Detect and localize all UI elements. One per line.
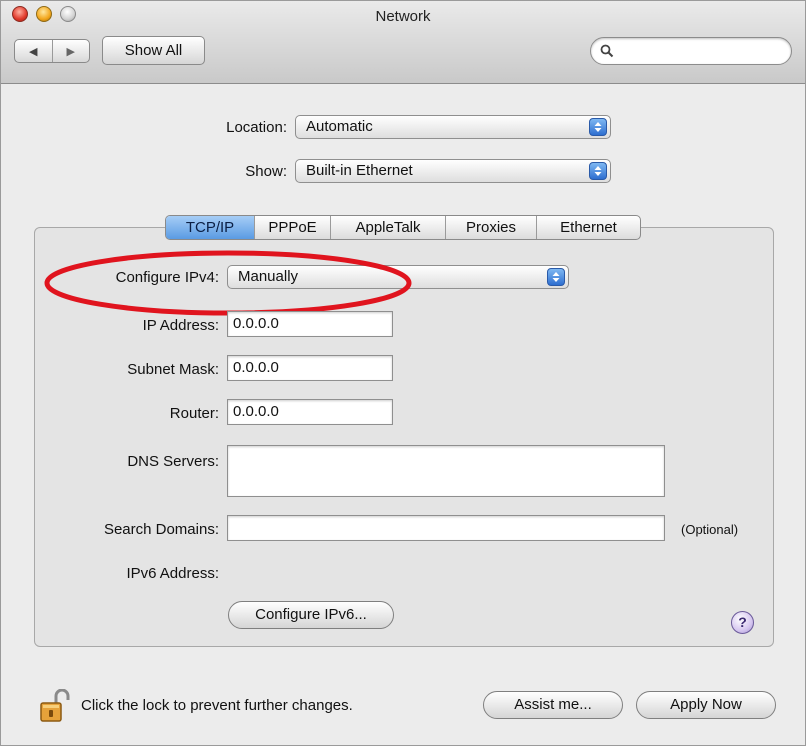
tab-ethernet[interactable]: Ethernet — [536, 216, 640, 239]
ip-address-field[interactable]: 0.0.0.0 — [227, 311, 393, 337]
lock-icon[interactable] — [39, 689, 71, 723]
search-domains-label: Search Domains: — [103, 521, 219, 538]
show-value: Built-in Ethernet — [306, 162, 413, 179]
window-title: Network — [375, 8, 431, 25]
forward-button[interactable]: ▶ — [53, 40, 90, 62]
show-label: Show: — [245, 163, 287, 180]
lock-message: Click the lock to prevent further change… — [81, 697, 353, 714]
popup-arrows-icon — [547, 268, 565, 286]
back-button[interactable]: ◀ — [15, 40, 53, 62]
back-forward-control: ◀ ▶ — [14, 39, 90, 63]
router-label: Router: — [169, 405, 219, 422]
apply-now-button[interactable]: Apply Now — [636, 691, 776, 719]
ipv6-address-label: IPv6 Address: — [126, 565, 219, 582]
forward-arrow-icon: ▶ — [66, 45, 75, 58]
dns-servers-field[interactable] — [227, 445, 665, 497]
tab-tcp-ip[interactable]: TCP/IP — [166, 216, 254, 239]
dns-servers-label: DNS Servers: — [127, 453, 219, 470]
router-field[interactable]: 0.0.0.0 — [227, 399, 393, 425]
assist-me-button[interactable]: Assist me... — [483, 691, 623, 719]
configure-ipv6-button[interactable]: Configure IPv6... — [228, 601, 394, 629]
tab-bar: TCP/IP PPPoE AppleTalk Proxies Ethernet — [165, 215, 641, 240]
title-bar: Network ◀ ▶ Show All — [1, 1, 805, 84]
search-icon — [600, 44, 614, 58]
popup-arrows-icon — [589, 162, 607, 180]
subnet-mask-label: Subnet Mask: — [127, 361, 219, 378]
tab-pppoe[interactable]: PPPoE — [254, 216, 330, 239]
tab-appletalk[interactable]: AppleTalk — [330, 216, 445, 239]
location-label: Location: — [226, 119, 287, 136]
search-field[interactable] — [590, 37, 792, 65]
back-arrow-icon: ◀ — [29, 45, 38, 58]
optional-note: (Optional) — [681, 522, 739, 537]
popup-arrows-icon — [589, 118, 607, 136]
subnet-mask-field[interactable]: 0.0.0.0 — [227, 355, 393, 381]
location-popup[interactable]: Automatic — [295, 115, 611, 139]
show-all-button[interactable]: Show All — [102, 36, 205, 65]
network-preferences-window: Network ◀ ▶ Show All Location: Automatic… — [0, 0, 806, 746]
location-value: Automatic — [306, 118, 373, 135]
search-domains-field[interactable] — [227, 515, 665, 541]
ip-address-label: IP Address: — [142, 317, 219, 334]
tab-proxies[interactable]: Proxies — [445, 216, 536, 239]
show-popup[interactable]: Built-in Ethernet — [295, 159, 611, 183]
help-button[interactable]: ? — [731, 611, 754, 634]
highlight-ellipse — [44, 250, 412, 316]
